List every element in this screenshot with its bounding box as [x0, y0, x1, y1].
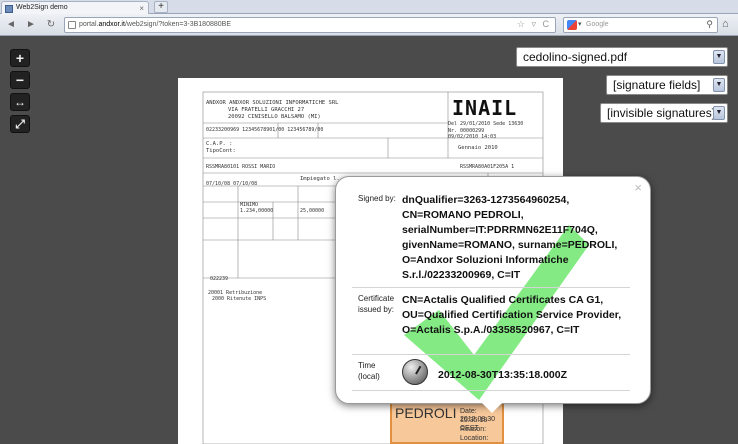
signed-by-value: dnQualifier=3263-1273564960254, CN=ROMAN… [402, 194, 618, 281]
navigation-toolbar: ◄ ► ↻ portal.andxor.it/web2sign/?token=3… [0, 14, 738, 36]
amount-second: 25,00000 [300, 208, 325, 214]
signature-info-popup: × Signed by: dnQualifier=3263-1273564960… [335, 176, 651, 404]
time-value: 2012-08-30T13:35:18.000Z [438, 369, 568, 381]
search-engine-dropdown-icon[interactable]: ▾ [578, 20, 582, 28]
magnifier-icon[interactable]: ⚲ [706, 19, 713, 30]
file-select[interactable]: cedolino-signed.pdf ▼ [516, 47, 728, 67]
chevron-down-icon: ▼ [713, 106, 725, 120]
amount-minimo: 1.234,00000 [240, 208, 274, 214]
clock-icon [402, 359, 428, 385]
url-path: /web2sign/?token=3-3B180880BE [124, 21, 231, 28]
back-arrow-icon[interactable]: ◄ [4, 18, 18, 32]
hire-dates: 07/10/08 07/10/08 [206, 181, 258, 187]
issuer-row: Certificate issued by: CN=Actalis Qualif… [352, 289, 630, 355]
inail-date: 09/02/2010 14:03 [448, 134, 497, 140]
company-name: ANDXOR ANDXOR SOLUZIONI INFORMATICHE SRL [206, 100, 339, 106]
issuer-value: CN=Actalis Qualified Certificates CA G1,… [402, 294, 622, 336]
tab-title: Web2Sign demo [16, 4, 68, 11]
employee-name: RSSMRA80101 ROSSI MARIO [206, 164, 276, 170]
zoom-out-button[interactable]: − [10, 71, 30, 89]
cap-label: C.A.P. : [206, 141, 233, 147]
row-divider [352, 390, 630, 391]
issuer-label: Certificate issued by: [358, 294, 395, 314]
zoom-in-button[interactable]: + [10, 49, 30, 67]
url-host: andxor.it [98, 21, 125, 28]
close-icon[interactable]: × [634, 180, 642, 195]
invisible-signatures-select[interactable]: [invisible signatures] ▼ [600, 103, 728, 123]
signature-fields-select[interactable]: [signature fields] ▼ [606, 75, 728, 95]
fiscal-code: RSSMRA80A01F205A 1 [460, 164, 515, 170]
google-search-engine-icon[interactable] [567, 20, 577, 30]
employee-role: Impiegato l. [300, 176, 340, 182]
site-identity-icon[interactable] [68, 21, 76, 29]
search-placeholder: Google [586, 21, 609, 28]
stamp-signer-name: PEDROLI [395, 405, 457, 421]
tab-web2sign-demo[interactable]: Web2Sign demo × [1, 1, 149, 15]
forward-arrow-icon[interactable]: ► [24, 18, 38, 32]
new-tab-button[interactable]: + [154, 1, 168, 13]
inail-logo: INAIL [452, 96, 518, 120]
chevron-down-icon: ▼ [713, 78, 725, 92]
pdf-viewer: + − ↔ ⤢ ANDXOR ANDXOR SOLUZIONI INFORMAT… [0, 37, 738, 444]
url-prefix: portal. [79, 21, 99, 28]
address-bar[interactable]: portal.andxor.it/web2sign/?token=3-3B180… [64, 17, 556, 33]
page-favicon-icon [5, 5, 13, 13]
stamp-location: Location: [460, 435, 489, 442]
fit-page-button[interactable]: ⤢ [10, 115, 30, 133]
invisible-signatures-value: [invisible signatures] [607, 106, 716, 120]
home-icon[interactable]: ⌂ [722, 18, 729, 30]
reload-icon[interactable]: ↻ [44, 18, 58, 32]
file-select-value: cedolino-signed.pdf [523, 50, 628, 64]
time-row: Time (local) 2012-08-30T13:35:18.000Z [352, 356, 630, 390]
stamp-reason: Reason: [460, 426, 487, 433]
bookmark-star-icon[interactable]: ☆ ▿ C [517, 19, 551, 30]
payroll-line-2: 2000 Ritenute INPS [212, 296, 267, 302]
tab-bar: Web2Sign demo × + [0, 0, 738, 15]
company-street: VIA FRATELLI GRACCHI 27 [228, 107, 305, 113]
tab-close-icon[interactable]: × [139, 4, 144, 13]
row-divider [352, 354, 630, 355]
search-box[interactable]: ▾ Google ⚲ [563, 17, 718, 33]
payslip-month: Gennaio 2010 [458, 145, 498, 151]
payroll-code: 022239 [210, 276, 229, 282]
time-label: Time (local) [358, 361, 380, 381]
tipocont-label: TipoCont: [206, 148, 236, 154]
signed-by-row: Signed by: dnQualifier=3263-127356496025… [352, 189, 630, 289]
row-divider [352, 287, 630, 288]
inail-period: Del 29/01/2010 Sede 13630 [448, 121, 524, 127]
signature-fields-value: [signature fields] [613, 78, 701, 92]
signed-by-label: Signed by: [358, 194, 396, 203]
company-codes: 02233200969 12345678901/00 123456789/00 [206, 127, 324, 133]
company-city: 20092 CINISELLO BALSAMO (MI) [228, 114, 321, 120]
fit-width-button[interactable]: ↔ [10, 93, 30, 111]
popup-pointer [482, 403, 502, 413]
chevron-down-icon: ▼ [713, 50, 725, 64]
